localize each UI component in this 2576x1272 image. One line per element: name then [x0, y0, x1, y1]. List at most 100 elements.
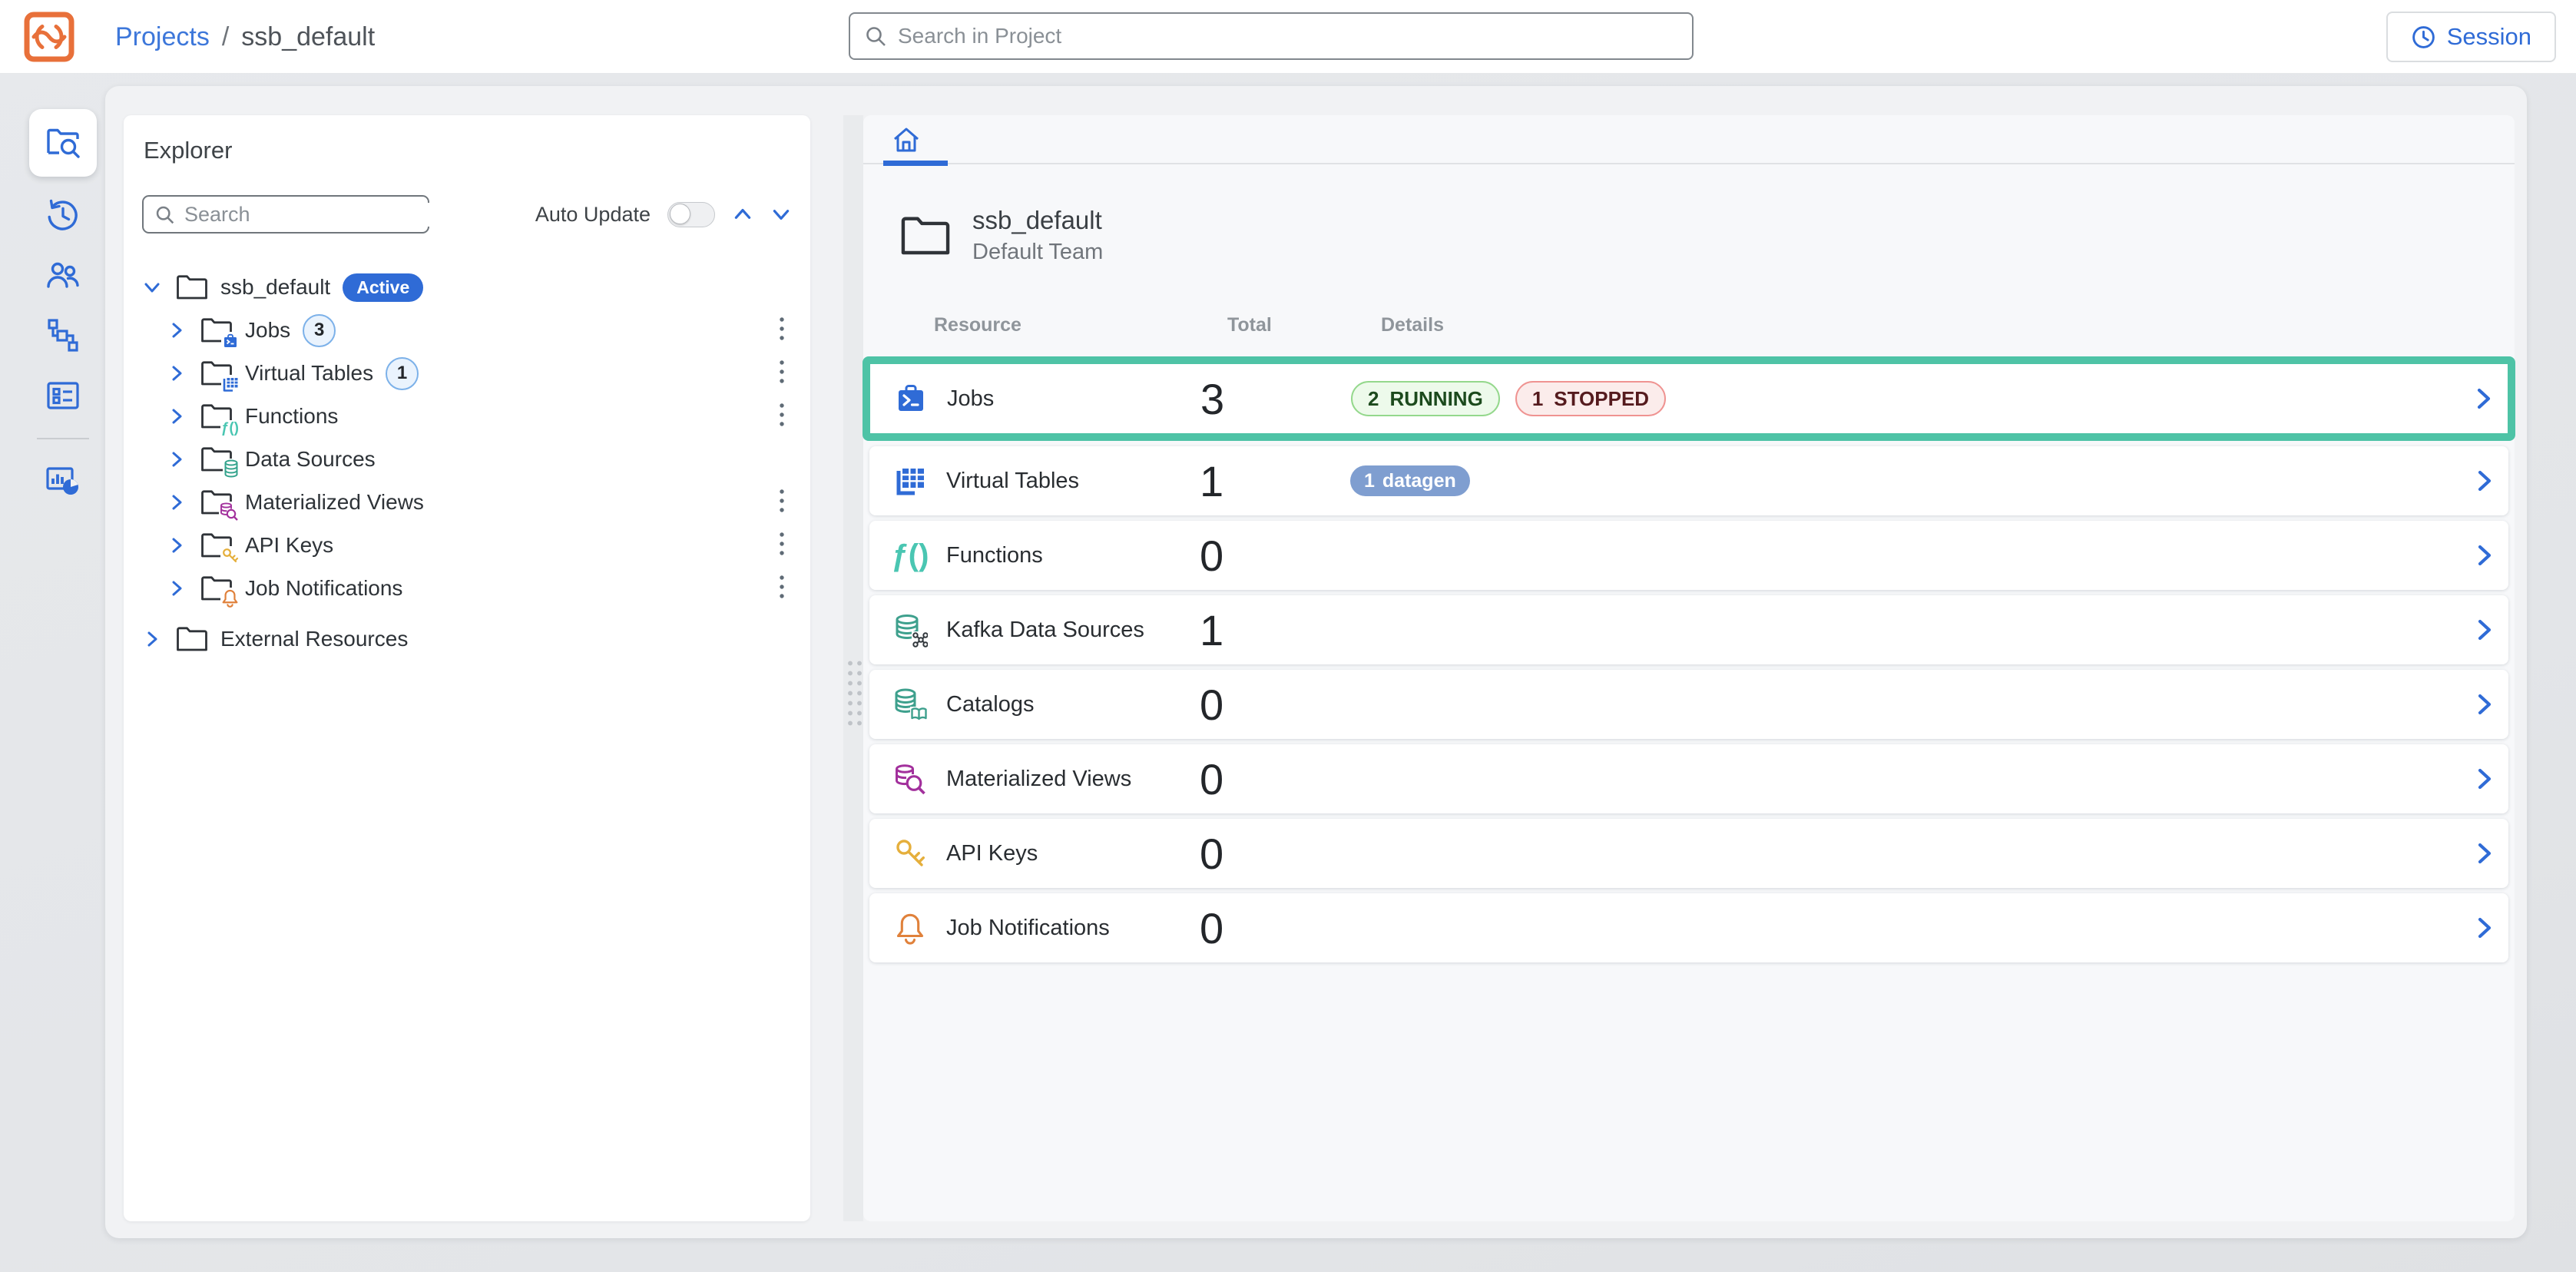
monitoring-icon	[45, 463, 81, 500]
tree-item-label: Jobs	[245, 318, 290, 343]
kebab-menu-icon[interactable]	[770, 570, 793, 608]
chevron-right-icon[interactable]	[167, 406, 196, 426]
jobs-icon	[893, 381, 929, 416]
column-resource: Resource	[934, 314, 1227, 336]
project-header: ssb_default Default Team	[900, 206, 2515, 265]
resource-label: Jobs	[947, 386, 994, 412]
resource-label: Catalogs	[946, 692, 1034, 717]
chevron-right-icon[interactable]	[142, 629, 171, 649]
forms-icon	[45, 377, 81, 414]
chevron-right-icon[interactable]	[2473, 916, 2496, 940]
explorer-icon	[45, 124, 81, 161]
running-badge: 2RUNNING	[1351, 381, 1500, 416]
chevron-right-icon[interactable]	[2473, 469, 2496, 493]
resource-label: Kafka Data Sources	[946, 618, 1144, 643]
explorer-search-input[interactable]	[184, 203, 456, 227]
job-notifications-icon	[892, 910, 928, 946]
auto-update-toggle[interactable]	[667, 202, 715, 227]
chevron-right-icon[interactable]	[2473, 767, 2496, 791]
api-keys-icon	[892, 836, 928, 871]
badge-label: RUNNING	[1389, 387, 1482, 411]
chevron-right-icon[interactable]	[2473, 618, 2496, 642]
chevron-right-icon[interactable]	[2472, 386, 2495, 411]
kafka-data-sources-icon	[892, 612, 928, 648]
rail-item-flow[interactable]	[29, 306, 97, 366]
tree-item-ssb-default[interactable]: ssb_defaultActive	[124, 266, 810, 309]
panel-splitter[interactable]	[843, 115, 863, 1221]
resource-total: 0	[1200, 531, 1350, 581]
kebab-menu-icon[interactable]	[770, 312, 793, 349]
kebab-menu-icon[interactable]	[770, 527, 793, 565]
chevron-right-icon[interactable]	[2473, 543, 2496, 568]
resource-row-job-notifications[interactable]: Job Notifications0	[869, 893, 2508, 962]
tree-item-external-resources[interactable]: External Resources	[124, 618, 810, 661]
project-search-bar[interactable]	[849, 12, 1694, 60]
resource-row-jobs[interactable]: Jobs32RUNNING1STOPPED	[870, 364, 2508, 433]
resource-row-materialized-views[interactable]: Materialized Views0	[869, 744, 2508, 813]
breadcrumb-projects-link[interactable]: Projects	[115, 22, 210, 52]
count-badge: 1	[386, 357, 419, 390]
rail-item-forms[interactable]	[29, 366, 97, 426]
tree-item-api-keys[interactable]: API Keys	[124, 524, 810, 567]
breadcrumb-current: ssb_default	[241, 22, 375, 52]
rail-item-history[interactable]	[29, 186, 97, 246]
tree-item-materialized-views[interactable]: Materialized Views	[124, 481, 810, 524]
collapse-all-button[interactable]	[732, 204, 753, 225]
resource-total: 1	[1200, 456, 1350, 506]
tree-item-label: Functions	[245, 404, 338, 429]
chevron-down-icon[interactable]	[142, 277, 171, 297]
jobs-folder-icon	[200, 317, 233, 343]
chevron-right-icon[interactable]	[167, 320, 196, 340]
kebab-menu-icon[interactable]	[770, 398, 793, 436]
project-team: Default Team	[972, 240, 1103, 265]
functions-icon: ƒ()	[892, 538, 928, 573]
rail-divider	[37, 438, 89, 439]
resource-row-api-keys[interactable]: API Keys0	[869, 819, 2508, 888]
chevron-right-icon[interactable]	[2473, 692, 2496, 717]
tree-item-virtual-tables[interactable]: Virtual Tables 1	[124, 352, 810, 395]
chevron-right-icon[interactable]	[167, 449, 196, 469]
resource-total: 0	[1200, 829, 1350, 879]
top-header: Projects / ssb_default Session	[0, 0, 2576, 74]
chevron-right-icon[interactable]	[167, 363, 196, 383]
resource-row-catalogs[interactable]: Catalogs 0	[869, 670, 2508, 739]
tab-home[interactable]	[872, 115, 940, 164]
tree-item-jobs[interactable]: Jobs3	[124, 309, 810, 352]
resource-label: Materialized Views	[946, 767, 1131, 792]
tree-item-data-sources[interactable]: Data Sources	[124, 438, 810, 481]
explorer-search-bar[interactable]	[142, 195, 429, 234]
rail-item-users[interactable]	[29, 246, 97, 306]
folder-icon	[176, 274, 208, 300]
tab-bar	[863, 115, 2515, 164]
badge-label: datagen	[1382, 470, 1456, 492]
chevron-right-icon[interactable]	[2473, 841, 2496, 866]
session-label: Session	[2447, 23, 2531, 51]
history-icon	[45, 197, 81, 234]
expand-all-button[interactable]	[770, 204, 792, 225]
materialized-views-icon	[892, 761, 928, 797]
auto-update-label: Auto Update	[535, 203, 651, 227]
rail-item-monitoring[interactable]	[29, 452, 97, 512]
chevron-right-icon[interactable]	[167, 578, 196, 598]
chevron-right-icon[interactable]	[167, 492, 196, 512]
rail-item-explorer[interactable]	[29, 109, 97, 177]
kebab-menu-icon[interactable]	[770, 484, 793, 522]
resource-label: Virtual Tables	[946, 469, 1079, 494]
project-search-input[interactable]	[898, 24, 1678, 48]
resource-row-functions[interactable]: ƒ() Functions 0	[869, 521, 2508, 590]
kebab-menu-icon[interactable]	[770, 355, 793, 393]
chevron-right-icon[interactable]	[167, 535, 196, 555]
splitter-drag-handle[interactable]	[844, 657, 863, 727]
session-button[interactable]: Session	[2386, 12, 2556, 62]
api-keys-folder-icon	[200, 532, 233, 558]
resource-row-kafka-data-sources[interactable]: Kafka Data Sources1	[869, 595, 2508, 664]
tree-item-functions[interactable]: ƒ()Functions	[124, 395, 810, 438]
tree-item-job-notifications[interactable]: Job Notifications	[124, 567, 810, 610]
resource-total: 0	[1200, 680, 1350, 730]
tree-item-label: Virtual Tables	[245, 361, 373, 386]
icon-rail	[29, 109, 97, 512]
resource-label: Functions	[946, 543, 1043, 568]
app-logo-icon[interactable]	[23, 11, 75, 63]
resource-row-virtual-tables[interactable]: Virtual Tables11datagen	[869, 446, 2508, 515]
explorer-title: Explorer	[144, 137, 232, 164]
